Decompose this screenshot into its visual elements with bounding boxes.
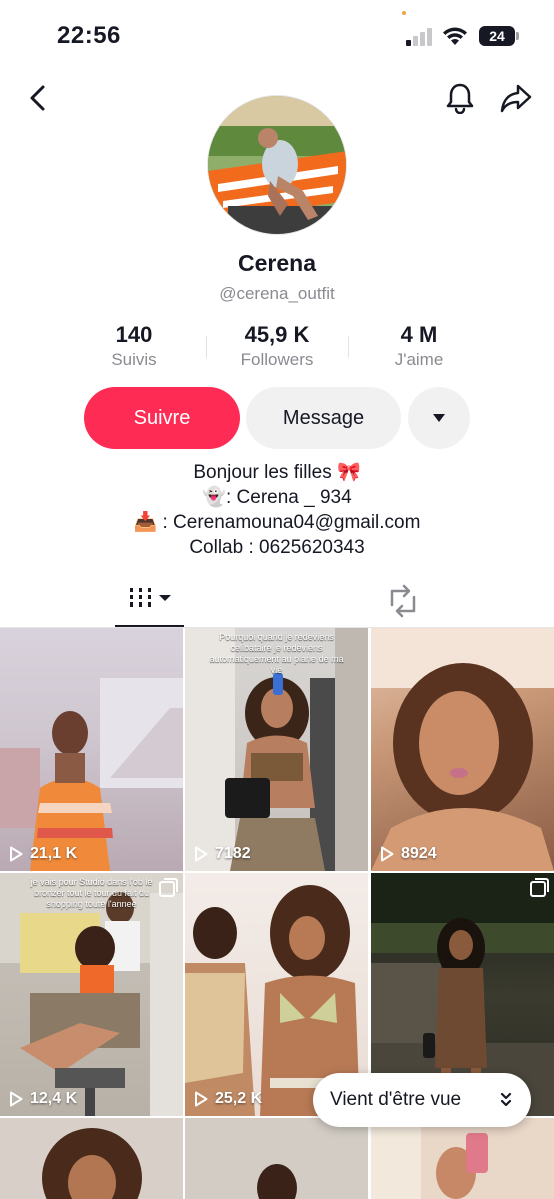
play-icon <box>195 846 208 862</box>
username: @cerena_outfit <box>219 284 335 303</box>
video-thumbnail[interactable]: Pourquoi quand je redeviens celibataire … <box>185 628 368 871</box>
video-thumbnail[interactable] <box>0 1118 183 1199</box>
play-icon <box>10 1091 23 1107</box>
view-count-text: 21,1 K <box>30 845 78 862</box>
follow-button[interactable]: Suivre <box>84 387 240 449</box>
cellular-signal-icon <box>406 28 434 46</box>
avatar-photo <box>208 96 346 234</box>
caret-down-icon <box>433 414 445 422</box>
view-count: 21,1 K <box>9 845 77 863</box>
view-count-text: 7182 <box>215 845 251 862</box>
video-caption-overlay: Pourquoi quand je redeviens celibataire … <box>209 632 344 675</box>
tab-repost[interactable] <box>386 575 420 627</box>
more-options-button[interactable] <box>408 387 470 449</box>
share-icon[interactable] <box>499 82 533 114</box>
thumbnail-image <box>42 1128 142 1199</box>
thumbnail-image <box>0 678 183 871</box>
bell-icon[interactable] <box>444 82 476 114</box>
bio-line: Bonjour les filles 🎀 <box>193 462 361 483</box>
play-icon <box>195 1091 208 1107</box>
stat-likes[interactable]: 4 M J'aime <box>349 322 489 370</box>
view-count: 8924 <box>380 845 437 863</box>
tab-videos[interactable] <box>115 575 184 628</box>
video-thumbnail[interactable] <box>185 1118 368 1199</box>
grid-icon <box>130 588 171 607</box>
play-icon <box>381 846 394 862</box>
stat-label: Followers <box>240 350 314 369</box>
avatar[interactable] <box>207 95 347 235</box>
double-chevron-down-icon <box>500 1092 512 1107</box>
video-caption-overlay: je vais pour Studio dans l'ob le bronzer… <box>30 877 153 909</box>
view-count: 12,4 K <box>9 1090 77 1108</box>
bio-line: 👻: Cerena _ 934 <box>202 487 352 508</box>
thumbnail-image <box>185 1118 368 1199</box>
stat-value: 45,9 K <box>244 322 310 347</box>
back-icon[interactable] <box>24 84 52 112</box>
thumbnail-image <box>371 1118 488 1199</box>
stat-followers[interactable]: 45,9 K Followers <box>207 322 347 370</box>
view-count-text: 8924 <box>401 845 437 862</box>
privacy-indicator <box>402 11 406 15</box>
battery-icon: 24 <box>479 26 515 46</box>
message-button[interactable]: Message <box>246 387 401 449</box>
view-count-text: 25,2 K <box>215 1090 263 1107</box>
view-count-text: 12,4 K <box>30 1090 78 1107</box>
video-thumbnail[interactable] <box>371 1118 554 1199</box>
recently-viewed-button[interactable]: Vient d'être vue <box>313 1073 531 1127</box>
status-bar: 22:56 24 <box>0 0 554 70</box>
stat-value: 140 <box>115 322 153 347</box>
bio: Bonjour les filles 🎀 👻: Cerena _ 934 📥 :… <box>0 460 554 560</box>
video-thumbnail[interactable]: 8924 <box>371 628 554 871</box>
status-time: 22:56 <box>57 22 121 49</box>
display-name: Cerena <box>238 250 316 276</box>
video-thumbnail[interactable]: je vais pour Studio dans l'ob le bronzer… <box>0 873 183 1116</box>
battery-tip <box>516 32 519 40</box>
stat-label: J'aime <box>394 350 444 369</box>
photo-carousel-icon <box>159 878 178 897</box>
wifi-icon <box>443 27 467 45</box>
play-icon <box>10 846 23 862</box>
stat-following[interactable]: 140 Suivis <box>64 322 204 370</box>
recently-viewed-label: Vient d'être vue <box>330 1089 462 1110</box>
view-count: 7182 <box>194 845 251 863</box>
photo-carousel-icon <box>530 878 549 897</box>
bio-line: 📥 : Cerenamouna04@gmail.com <box>133 512 421 533</box>
video-thumbnail[interactable]: 21,1 K <box>0 628 183 871</box>
stat-label: Suivis <box>111 350 157 369</box>
stat-value: 4 M <box>400 322 438 347</box>
repost-icon <box>390 584 416 618</box>
bio-line: Collab : 0625620343 <box>189 537 365 558</box>
thumbnail-image <box>371 628 554 871</box>
view-count: 25,2 K <box>194 1090 262 1108</box>
